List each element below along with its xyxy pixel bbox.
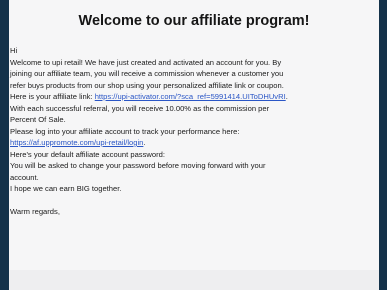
body-line: Please log into your affiliate account t…	[10, 126, 240, 136]
body-line: account.	[10, 172, 39, 182]
login-link[interactable]: https://af.uppromote.com/upi-retail/logi…	[10, 138, 143, 147]
affiliate-link-line: Here is your affiliate link: https://upi…	[9, 91, 367, 103]
affiliate-link[interactable]: https://upi-activator.com/?sca_ref=59914…	[95, 92, 286, 101]
email-title: Welcome to our affiliate program!	[78, 13, 310, 29]
affiliate-link-suffix: .	[285, 92, 288, 101]
left-frame	[0, 0, 9, 290]
login-link-line: https://af.uppromote.com/upi-retail/logi…	[9, 137, 367, 149]
body-line: Welcome to upi retail! We have just crea…	[10, 57, 282, 67]
right-frame	[379, 0, 387, 290]
body-line: I hope we can earn BIG together.	[10, 184, 122, 193]
affiliate-link-label: Here is your affiliate link:	[10, 92, 95, 101]
email-body: Hi Welcome to upi retail! We have just c…	[9, 45, 367, 218]
body-line: Here's your default affiliate account pa…	[10, 149, 165, 159]
login-link-suffix: .	[143, 138, 146, 147]
body-line: Percent Of Sale.	[10, 115, 66, 124]
email-card: Welcome to our affiliate program! Hi Wel…	[9, 0, 379, 290]
body-line: refer buys products from our shop using …	[10, 80, 284, 90]
body-line: joining our affiliate team, you will rec…	[10, 69, 284, 78]
footer-band	[9, 270, 379, 290]
closing: Warm regards,	[10, 207, 60, 216]
body-line: You will be asked to change your passwor…	[10, 161, 266, 170]
greeting: Hi	[10, 46, 18, 55]
body-line: With each successful referral, you will …	[10, 103, 270, 113]
